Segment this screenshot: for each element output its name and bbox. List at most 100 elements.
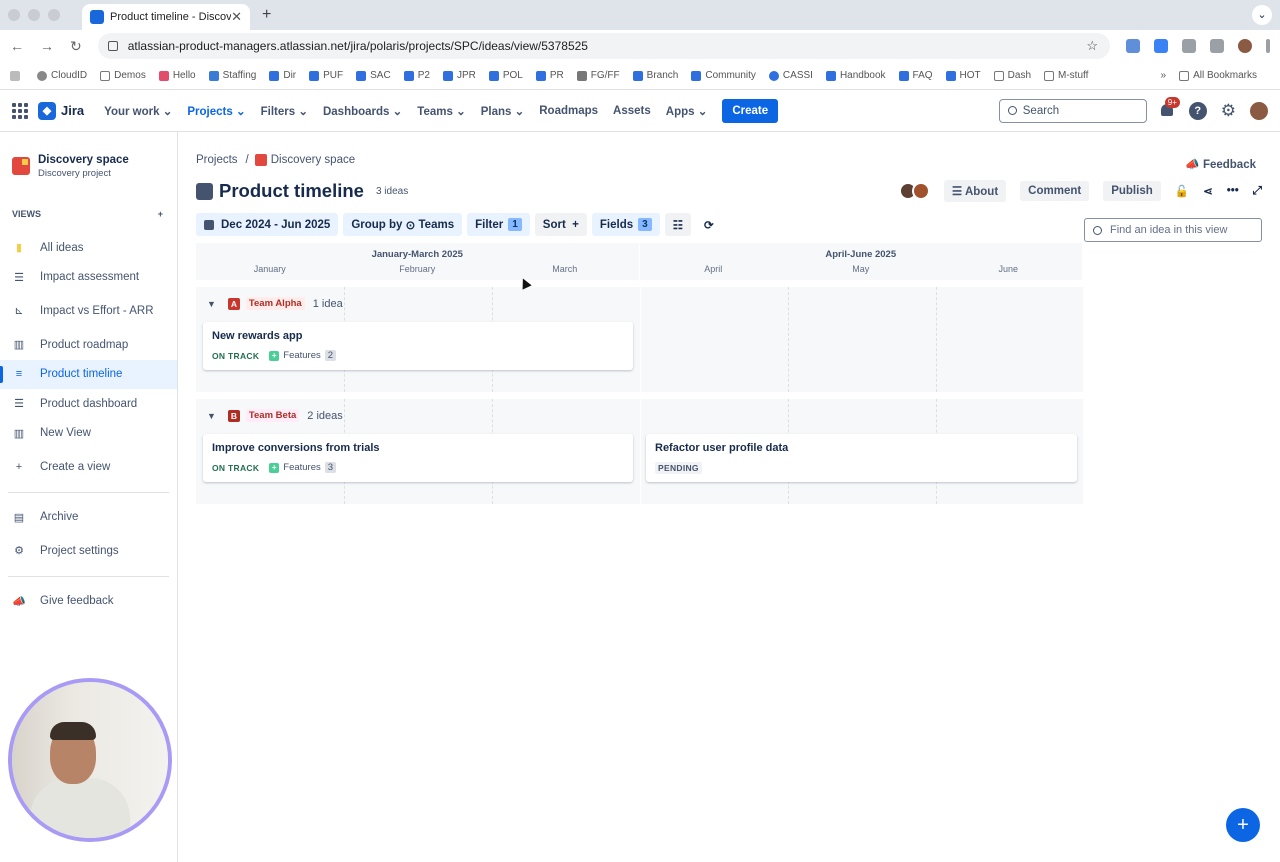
nav-assets[interactable]: Assets <box>613 105 651 117</box>
bookmark-item[interactable]: Dir <box>269 70 296 81</box>
add-view-icon[interactable]: + <box>158 209 163 219</box>
more-actions-icon[interactable]: ••• <box>1227 185 1239 197</box>
nav-roadmaps[interactable]: Roadmaps <box>539 105 598 117</box>
breadcrumb-projects[interactable]: Projects <box>196 154 238 166</box>
url-input[interactable]: atlassian-product-managers.atlassian.net… <box>97 33 1110 59</box>
sidebar-item-product-roadmap[interactable]: ▥ Product roadmap <box>0 330 177 360</box>
lock-icon[interactable]: 🔓 <box>1175 184 1189 198</box>
app-switcher-icon[interactable] <box>12 102 28 119</box>
all-bookmarks[interactable]: All Bookmarks <box>1179 70 1257 81</box>
extension-icon[interactable] <box>1126 39 1140 53</box>
profile-avatar[interactable] <box>1238 39 1252 53</box>
sidebar-item-archive[interactable]: ▤ Archive <box>0 503 177 533</box>
bookmark-item[interactable]: Dash <box>993 70 1031 81</box>
bookmark-item[interactable]: Hello <box>158 70 196 81</box>
bookmark-item[interactable]: SAC <box>356 70 391 81</box>
breadcrumb-discovery-space[interactable]: Discovery space <box>271 154 355 166</box>
viewer-avatars[interactable] <box>898 182 930 200</box>
publish-button[interactable]: Publish <box>1103 181 1161 201</box>
bookmark-item[interactable]: CloudID <box>37 70 87 81</box>
back-icon[interactable]: ← <box>10 38 24 54</box>
bookmark-item[interactable]: Handbook <box>825 70 886 81</box>
puzzle-icon[interactable] <box>1182 39 1196 53</box>
notifications-icon[interactable]: 9+ <box>1160 96 1180 118</box>
fullscreen-icon[interactable]: ⤢ <box>1253 185 1262 198</box>
reload-icon[interactable]: ↻ <box>70 38 82 55</box>
bookmark-item[interactable]: FAQ <box>898 70 933 81</box>
webcam-video-overlay[interactable] <box>8 678 172 842</box>
bookmark-item[interactable]: Staffing <box>208 70 256 81</box>
gear-icon[interactable]: ⚙ <box>1221 101 1236 121</box>
bookmark-item[interactable]: M-stuff <box>1044 70 1088 81</box>
group-header[interactable]: ▼ A Team Alpha 1 idea <box>207 297 343 310</box>
nav-plans[interactable]: Plans ⌄ <box>481 104 525 118</box>
date-range-button[interactable]: Dec 2024 - Jun 2025 <box>196 213 339 236</box>
download-icon[interactable] <box>1210 39 1224 53</box>
bookmark-item[interactable]: HOT <box>945 70 981 81</box>
bookmark-item[interactable]: JPR <box>442 70 476 81</box>
comment-button[interactable]: Comment <box>1020 181 1090 201</box>
browser-menu-icon[interactable] <box>1266 39 1270 53</box>
more-bookmarks-icon[interactable]: » <box>1161 70 1167 81</box>
forward-icon[interactable]: → <box>40 38 54 54</box>
view-options-icon[interactable]: ☷ <box>664 213 691 236</box>
project-header[interactable]: Discovery space Discovery project <box>0 154 177 179</box>
nav-filters[interactable]: Filters ⌄ <box>261 104 308 118</box>
create-view-button[interactable]: + Create a view <box>0 452 177 482</box>
share-icon[interactable]: ⋖ <box>1203 184 1213 198</box>
create-button[interactable]: Create <box>722 98 779 123</box>
new-tab-icon[interactable]: + <box>262 6 271 24</box>
site-info-icon[interactable] <box>107 41 118 51</box>
filter-button[interactable]: Filter 1 <box>467 213 530 236</box>
floating-add-button[interactable]: + <box>1226 808 1260 842</box>
fields-button[interactable]: Fields 3 <box>591 213 660 236</box>
board-icon: ▥ <box>13 339 25 352</box>
idea-card[interactable]: Refactor user profile data PENDING <box>646 434 1077 482</box>
idea-card[interactable]: New rewards app ON TRACK + Features 2 <box>203 322 633 370</box>
help-icon[interactable]: ? <box>1188 101 1207 120</box>
search-input[interactable]: Search <box>998 98 1147 123</box>
sidebar-item-project-settings[interactable]: ⚙ Project settings <box>0 536 177 566</box>
bookmark-item[interactable]: Demos <box>100 70 146 81</box>
chevron-down-icon[interactable]: ▼ <box>207 411 216 421</box>
bookmark-item[interactable]: POL <box>488 70 523 81</box>
bookmark-item[interactable]: FG/FF <box>576 70 620 81</box>
nav-your-work[interactable]: Your work ⌄ <box>104 104 172 118</box>
browser-tab[interactable]: Product timeline - Discovery ✕ <box>82 4 250 30</box>
group-by-button[interactable]: Group by ⊙ Teams <box>343 213 463 236</box>
find-idea-input[interactable]: Find an idea in this view <box>1084 218 1262 242</box>
idea-card[interactable]: Improve conversions from trials ON TRACK… <box>203 434 633 482</box>
extension-icon[interactable] <box>1154 39 1168 53</box>
group-header[interactable]: ▼ B Team Beta 2 ideas <box>207 409 343 422</box>
sidebar-item-new-view[interactable]: ▥ New View <box>0 419 177 449</box>
bookmark-item[interactable]: CASSI <box>768 70 813 81</box>
feedback-button[interactable]: 📣 Feedback <box>1185 157 1256 171</box>
jira-logo[interactable]: ◆ Jira <box>38 101 84 120</box>
sidebar-item-give-feedback[interactable]: 📣 Give feedback <box>0 587 177 617</box>
sidebar-item-impact-assessment[interactable]: ☰ Impact assessment <box>0 263 177 293</box>
bookmark-item[interactable]: P2 <box>403 70 430 81</box>
page-title[interactable]: Product timeline <box>219 180 364 202</box>
close-tab-icon[interactable]: ✕ <box>231 9 242 25</box>
nav-apps[interactable]: Apps ⌄ <box>666 104 708 118</box>
bookmark-item[interactable]: PUF <box>309 70 343 81</box>
nav-dashboards[interactable]: Dashboards ⌄ <box>323 104 402 118</box>
bookmark-item[interactable]: Community <box>691 70 756 81</box>
nav-projects[interactable]: Projects ⌄ <box>187 104 245 118</box>
about-button[interactable]: ☰ About <box>943 180 1007 202</box>
sidebar-item-product-timeline[interactable]: ≡ Product timeline <box>0 359 177 389</box>
bookmark-item[interactable]: Branch <box>632 70 678 81</box>
window-controls[interactable] <box>8 9 60 21</box>
bookmark-star-icon[interactable]: ☆ <box>1086 38 1098 54</box>
chevron-down-icon[interactable]: ▼ <box>207 299 216 309</box>
nav-teams[interactable]: Teams ⌄ <box>417 104 465 118</box>
bookmark-item[interactable]: PR <box>535 70 564 81</box>
apps-grid-icon[interactable] <box>10 70 24 81</box>
sidebar-item-impact-vs-effort[interactable]: ⊾ Impact vs Effort - ARR <box>0 292 177 330</box>
tab-search-chevron-icon[interactable]: ⌄ <box>1252 5 1272 25</box>
sidebar-item-product-dashboard[interactable]: ☰ Product dashboard <box>0 389 177 419</box>
sidebar-item-all-ideas[interactable]: ▮ All ideas <box>0 233 177 263</box>
auto-sync-icon[interactable]: ⟳ <box>696 213 722 236</box>
sort-button[interactable]: Sort + <box>534 213 587 236</box>
avatar[interactable] <box>1250 101 1268 120</box>
